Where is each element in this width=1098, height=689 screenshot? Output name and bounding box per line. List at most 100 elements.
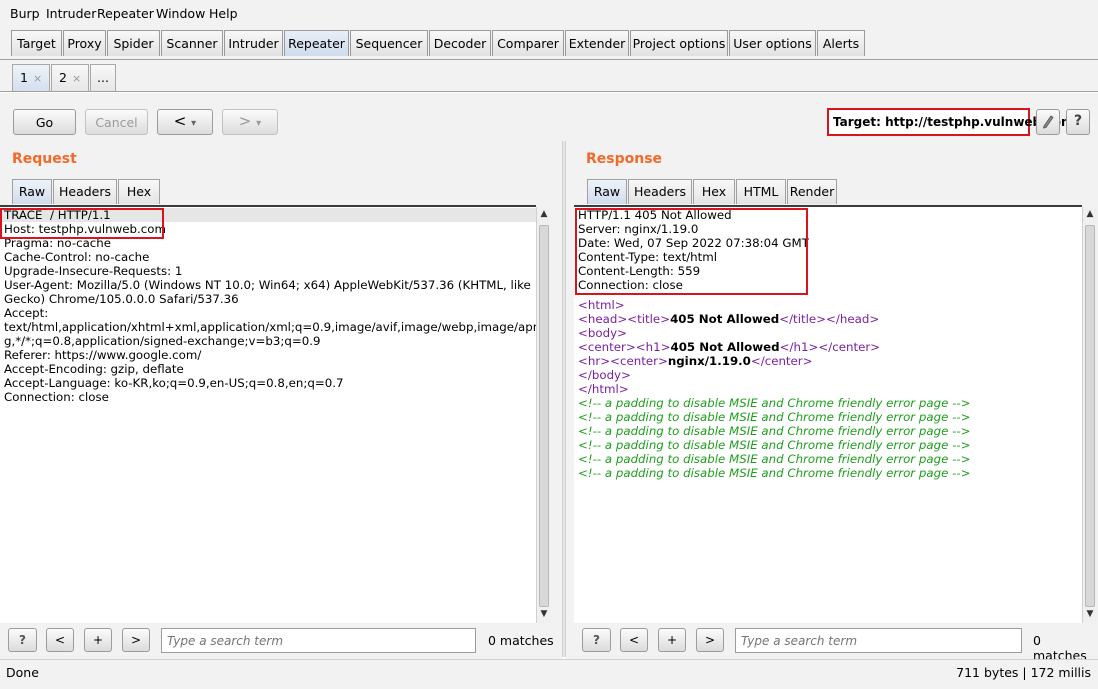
menu-burp[interactable]: Burp: [10, 6, 40, 21]
request-editor[interactable]: TRACE / HTTP/1.1 Host: testphp.vulnweb.co…: [0, 205, 536, 623]
request-tab-hex[interactable]: Hex: [118, 179, 160, 204]
response-body-line: </html>: [574, 382, 1082, 396]
request-line: Connection: close: [4, 390, 109, 404]
html-tag: </title>: [779, 312, 827, 326]
chevron-right-icon: >: [238, 112, 252, 130]
response-body-line: <head><title>405 Not Allowed</title></he…: [574, 312, 1082, 326]
response-tab-hex[interactable]: Hex: [693, 179, 735, 204]
response-tab-headers[interactable]: Headers: [628, 179, 692, 204]
response-tab-html[interactable]: HTML: [736, 179, 786, 204]
response-highlight-box: [575, 208, 808, 295]
request-title: Request: [12, 151, 77, 167]
request-view-tabs: Raw Headers Hex: [12, 179, 552, 205]
tab-decoder[interactable]: Decoder: [429, 30, 491, 56]
status-bar: Done 711 bytes | 172 millis: [0, 659, 1098, 689]
response-comment-line: <!-- a padding to disable MSIE and Chrom…: [578, 396, 971, 410]
tab-project-options[interactable]: Project options: [630, 30, 728, 56]
target-label[interactable]: Target: http://testphp.vulnweb.com: [827, 108, 1074, 136]
repeater-tab-1[interactable]: 1 ×: [12, 64, 50, 91]
response-search-input[interactable]: [735, 628, 1022, 653]
request-tab-headers[interactable]: Headers: [53, 179, 117, 204]
close-icon[interactable]: ×: [33, 72, 42, 85]
back-button[interactable]: < ▾: [157, 109, 213, 135]
request-search-prev-button[interactable]: <: [46, 628, 74, 652]
new-tab-button[interactable]: ...: [90, 64, 116, 91]
go-button[interactable]: Go: [13, 109, 76, 135]
title-text: 405 Not Allowed: [670, 312, 780, 326]
request-search-help-button[interactable]: ?: [8, 628, 37, 652]
request-line: Accept-Encoding: gzip, deflate: [4, 362, 184, 376]
html-tag: <html>: [578, 298, 625, 312]
scroll-thumb[interactable]: [1085, 225, 1095, 607]
scroll-up-icon[interactable]: ▲: [537, 209, 551, 223]
scroll-down-icon[interactable]: ▼: [537, 609, 551, 623]
html-tag: <center>: [578, 340, 636, 354]
response-tab-raw[interactable]: Raw: [587, 179, 627, 204]
menu-intruder[interactable]: Intruder: [46, 6, 96, 21]
response-comment-line: <!-- a padding to disable MSIE and Chrom…: [578, 410, 971, 424]
status-text: Done: [6, 665, 39, 680]
response-tab-render[interactable]: Render: [787, 179, 837, 204]
repeater-tab-2[interactable]: 2 ×: [51, 64, 89, 91]
html-tag: </center>: [818, 340, 881, 354]
menu-bar: Burp Intruder Repeater Window Help: [0, 0, 1098, 26]
html-tag: </html>: [578, 382, 629, 396]
response-body-line: <html>: [574, 298, 1082, 312]
tab-sequencer[interactable]: Sequencer: [350, 30, 428, 56]
tab-scanner[interactable]: Scanner: [161, 30, 223, 56]
request-tab-raw[interactable]: Raw: [12, 179, 52, 204]
response-comment-line: <!-- a padding to disable MSIE and Chrom…: [578, 438, 971, 452]
repeater-tab-label: 2: [59, 70, 67, 85]
response-search-next-button[interactable]: >: [696, 628, 724, 652]
request-line: Referer: https://www.google.com/: [4, 348, 202, 362]
edit-target-button[interactable]: [1036, 109, 1060, 135]
menu-window[interactable]: Window: [156, 6, 205, 21]
request-line: Upgrade-Insecure-Requests: 1: [4, 264, 183, 278]
request-line: Cache-Control: no-cache: [4, 250, 150, 264]
tab-spider[interactable]: Spider: [107, 30, 160, 56]
cancel-button[interactable]: Cancel: [85, 109, 148, 135]
request-scrollbar[interactable]: ▲ ▼: [536, 207, 551, 623]
request-search-add-button[interactable]: +: [84, 628, 112, 652]
menu-repeater[interactable]: Repeater: [97, 6, 154, 21]
chevron-down-icon[interactable]: ▾: [256, 118, 261, 129]
tab-extender[interactable]: Extender: [565, 30, 629, 56]
response-search-add-button[interactable]: +: [658, 628, 686, 652]
scroll-down-icon[interactable]: ▼: [1083, 609, 1097, 623]
request-line: Accept-Language: ko-KR,ko;q=0.9,en-US;q=…: [4, 376, 344, 390]
response-body-line: <body>: [574, 326, 1082, 340]
tab-target[interactable]: Target: [11, 30, 62, 56]
tab-repeater[interactable]: Repeater: [284, 30, 349, 56]
toolbar: Go Cancel < ▾ > ▾ Target: http://testphp…: [0, 93, 1098, 141]
tab-comparer[interactable]: Comparer: [492, 30, 564, 56]
response-comment-line: <!-- a padding to disable MSIE and Chrom…: [578, 424, 971, 438]
scroll-thumb[interactable]: [539, 225, 549, 607]
tab-alerts[interactable]: Alerts: [817, 30, 865, 56]
response-scrollbar[interactable]: ▲ ▼: [1082, 207, 1097, 623]
html-tag: </h1>: [779, 340, 819, 354]
response-stats: 711 bytes | 172 millis: [956, 665, 1091, 680]
chevron-left-icon: <: [173, 112, 187, 130]
response-title: Response: [586, 151, 663, 167]
request-highlight-box: [0, 208, 164, 239]
html-tag: </body>: [578, 368, 631, 382]
scroll-up-icon[interactable]: ▲: [1083, 209, 1097, 223]
tab-intruder[interactable]: Intruder: [224, 30, 283, 56]
response-comment-line: <!-- a padding to disable MSIE and Chrom…: [578, 452, 971, 466]
tab-proxy[interactable]: Proxy: [63, 30, 106, 56]
chevron-down-icon[interactable]: ▾: [191, 118, 196, 129]
response-search-help-button[interactable]: ?: [582, 628, 611, 652]
tab-user-options[interactable]: User options: [729, 30, 816, 56]
menu-help[interactable]: Help: [209, 6, 238, 21]
close-icon[interactable]: ×: [72, 72, 81, 85]
response-comment-line: <!-- a padding to disable MSIE and Chrom…: [578, 466, 971, 480]
h1-text: 405 Not Allowed: [670, 340, 780, 354]
html-tag: </center>: [750, 354, 813, 368]
response-search-prev-button[interactable]: <: [620, 628, 648, 652]
request-line: g,*/*;q=0.8,application/signed-exchange;…: [4, 334, 321, 348]
pencil-icon: [1042, 115, 1054, 129]
forward-button[interactable]: > ▾: [222, 109, 278, 135]
help-button[interactable]: ?: [1066, 109, 1090, 135]
request-search-input[interactable]: [161, 628, 476, 653]
request-search-next-button[interactable]: >: [122, 628, 150, 652]
